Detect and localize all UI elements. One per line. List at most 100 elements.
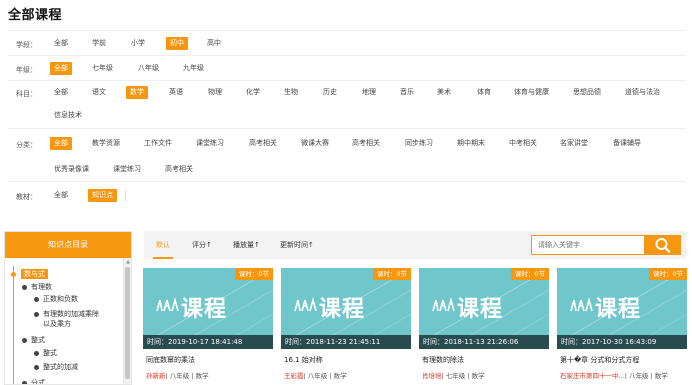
tree-node-fraction[interactable]: 分式 bbox=[31, 378, 45, 384]
category-option-all[interactable]: 全部 bbox=[50, 137, 72, 150]
filter-label-textbook: 教材： bbox=[16, 193, 37, 201]
course-logo: 课程 bbox=[293, 292, 393, 322]
tree-scrollbar[interactable]: ▲ bbox=[123, 258, 131, 384]
subject-option-it[interactable]: 信息技术 bbox=[50, 109, 86, 122]
filter-label-category: 分类： bbox=[16, 141, 37, 149]
tree-node-positive-negative[interactable]: 正数和负数 bbox=[43, 294, 78, 304]
subject-option-history[interactable]: 历史 bbox=[319, 86, 341, 99]
tree-node-dot-icon bbox=[22, 338, 27, 343]
filter-row-textbook: 教材： 全部 知识点 bbox=[8, 181, 686, 209]
course-logo-icon bbox=[156, 297, 179, 312]
filter-row-stage: 学段： 全部 学前 小学 初中 高中 bbox=[8, 30, 686, 55]
subject-option-biology[interactable]: 生物 bbox=[280, 86, 302, 99]
tree-scroll-thumb[interactable] bbox=[125, 267, 130, 379]
tree-node-polynomial[interactable]: 整式 bbox=[31, 335, 45, 345]
subject-option-english[interactable]: 英语 bbox=[165, 86, 187, 99]
grade-option-7[interactable]: 七年级 bbox=[88, 62, 117, 75]
scroll-up-icon[interactable]: ▲ bbox=[125, 259, 131, 265]
category-option-work-files[interactable]: 工作文件 bbox=[140, 137, 176, 150]
course-grade-subject: | 八年级 | 数学 bbox=[165, 372, 209, 380]
course-logo-icon bbox=[570, 297, 593, 312]
grade-option-all[interactable]: 全部 bbox=[50, 62, 72, 75]
category-option-master-lecture[interactable]: 名家讲堂 bbox=[556, 137, 592, 150]
search-button[interactable] bbox=[645, 235, 681, 255]
grade-option-8[interactable]: 八年级 bbox=[134, 62, 163, 75]
stage-option-preschool[interactable]: 学前 bbox=[88, 37, 110, 50]
subject-option-physics[interactable]: 物理 bbox=[204, 86, 226, 99]
course-title[interactable]: 同底数幂的乘法 bbox=[146, 355, 195, 365]
category-option-class-exercise[interactable]: 课堂练习 bbox=[192, 137, 228, 150]
filter-label-subject: 科目： bbox=[16, 90, 37, 98]
knowledge-tree-panel: 知识点目录 数与式 有理数 正数和负数 有理数的加减乘除 以及乘方 整式 整式 … bbox=[4, 231, 132, 385]
stage-option-junior[interactable]: 初中 bbox=[166, 37, 188, 50]
category-option-lesson-prep[interactable]: 备课辅导 bbox=[609, 137, 645, 150]
sort-rating[interactable]: 评分↑ bbox=[192, 231, 212, 259]
sort-update-time[interactable]: 更新时间↑ bbox=[280, 231, 314, 259]
filter-row-subject: 科目： 全部 语文 数学 英语 物理 化学 生物 历史 地理 音乐 美术 体育 … bbox=[8, 80, 686, 128]
category-option-gaokao-3[interactable]: 高考相关 bbox=[161, 163, 197, 176]
course-thumbnail[interactable]: 课时：0节 课程 时间：2017-10-30 16:43:09 bbox=[557, 268, 687, 349]
textbook-divider bbox=[125, 190, 126, 201]
course-card[interactable]: 课时：0节 课程 时间：2018-11-13 21:26:06 有理数的除法 肖… bbox=[419, 268, 549, 385]
course-teacher[interactable]: 孙新新 bbox=[146, 372, 166, 380]
textbook-option-all[interactable]: 全部 bbox=[50, 189, 72, 202]
course-card[interactable]: 课时：0节 课程 时间：2019-10-17 18:41:48 同底数幂的乘法 … bbox=[143, 268, 273, 385]
course-teacher[interactable]: 王彩霞 bbox=[284, 372, 304, 380]
subject-option-morality[interactable]: 思想品德 bbox=[569, 86, 605, 99]
subject-option-all[interactable]: 全部 bbox=[50, 86, 72, 99]
course-grade-subject: | 八年级 | 数学 bbox=[624, 372, 668, 380]
tree-node-dot-icon bbox=[11, 272, 16, 277]
sort-default[interactable]: 默认 bbox=[153, 231, 173, 259]
course-logo-icon bbox=[294, 297, 317, 312]
course-logo: 课程 bbox=[569, 292, 669, 322]
tree-node-polynomial-sub[interactable]: 整式 bbox=[43, 348, 57, 358]
subject-option-music[interactable]: 音乐 bbox=[396, 86, 418, 99]
subject-option-pe-health[interactable]: 体育与健康 bbox=[510, 86, 553, 99]
course-time: 时间：2018-11-13 21:26:06 bbox=[419, 335, 549, 349]
sort-plays[interactable]: 播放量↑ bbox=[233, 231, 260, 259]
subject-option-pe[interactable]: 体育 bbox=[473, 86, 495, 99]
subject-option-ethics-law[interactable]: 道德与法治 bbox=[621, 86, 664, 99]
course-meta: 肖培培| 七年级 | 数学 bbox=[422, 370, 485, 380]
course-card[interactable]: 课时：0节 课程 时间：2018-11-23 21:45:11 16.1 始对称… bbox=[281, 268, 411, 385]
stage-option-all[interactable]: 全部 bbox=[50, 37, 72, 50]
subject-option-art[interactable]: 美术 bbox=[433, 86, 455, 99]
search-input[interactable] bbox=[531, 235, 645, 255]
course-thumbnail[interactable]: 课时：0节 课程 时间：2018-11-13 21:26:06 bbox=[419, 268, 549, 349]
course-title[interactable]: 16.1 始对称 bbox=[284, 355, 323, 365]
category-option-zhongkao[interactable]: 中考相关 bbox=[505, 137, 541, 150]
category-option-excellent-video[interactable]: 优秀录像课 bbox=[50, 163, 93, 176]
stage-option-primary[interactable]: 小学 bbox=[127, 37, 149, 50]
course-teacher[interactable]: 肖培培 bbox=[422, 372, 442, 380]
category-option-gaokao-1[interactable]: 高考相关 bbox=[245, 137, 281, 150]
category-option-sync-exercise[interactable]: 同步练习 bbox=[401, 137, 437, 150]
tree-node-dot-icon bbox=[34, 312, 39, 317]
category-option-midterm-final[interactable]: 期中期末 bbox=[453, 137, 489, 150]
course-card[interactable]: 课时：0节 课程 时间：2017-10-30 16:43:09 第十�章 分式和… bbox=[557, 268, 687, 385]
category-option-resources[interactable]: 教学资源 bbox=[88, 137, 124, 150]
tree-node-rational-numbers[interactable]: 有理数 bbox=[31, 282, 52, 292]
course-title[interactable]: 第十�章 分式和分式方程 bbox=[560, 355, 639, 365]
subject-option-math[interactable]: 数学 bbox=[126, 86, 148, 99]
tree-node-rational-operations[interactable]: 有理数的加减乘除 bbox=[43, 309, 99, 319]
course-thumbnail[interactable]: 课时：0节 课程 时间：2019-10-17 18:41:48 bbox=[143, 268, 273, 349]
stage-option-senior[interactable]: 高中 bbox=[203, 37, 225, 50]
subject-option-chinese[interactable]: 语文 bbox=[88, 86, 110, 99]
category-option-gaokao-2[interactable]: 高考相关 bbox=[348, 137, 384, 150]
course-thumbnail[interactable]: 课时：0节 课程 时间：2018-11-23 21:45:11 bbox=[281, 268, 411, 349]
subject-option-chemistry[interactable]: 化学 bbox=[242, 86, 264, 99]
course-title[interactable]: 有理数的除法 bbox=[422, 355, 464, 365]
category-option-micro-contest[interactable]: 微课大赛 bbox=[297, 137, 333, 150]
course-logo: 课程 bbox=[155, 292, 255, 322]
course-time: 时间：2018-11-23 21:45:11 bbox=[281, 335, 411, 349]
tree-node-polynomial-add-sub[interactable]: 整式的加减 bbox=[43, 362, 78, 372]
grade-option-9[interactable]: 九年级 bbox=[179, 62, 208, 75]
course-teacher[interactable]: 石家庄市第四十一中... bbox=[560, 372, 625, 380]
tree-connector-line bbox=[13, 266, 14, 384]
tree-node-number-expression[interactable]: 数与式 bbox=[21, 269, 48, 279]
sort-bar: 默认 评分↑ 播放量↑ 更新时间↑ bbox=[144, 231, 686, 259]
category-option-class-exercise-2[interactable]: 课堂练习 bbox=[109, 163, 145, 176]
textbook-option-knowledge[interactable]: 知识点 bbox=[88, 189, 117, 202]
subject-option-geography[interactable]: 地理 bbox=[358, 86, 380, 99]
tree-node-dot-icon bbox=[34, 365, 39, 370]
